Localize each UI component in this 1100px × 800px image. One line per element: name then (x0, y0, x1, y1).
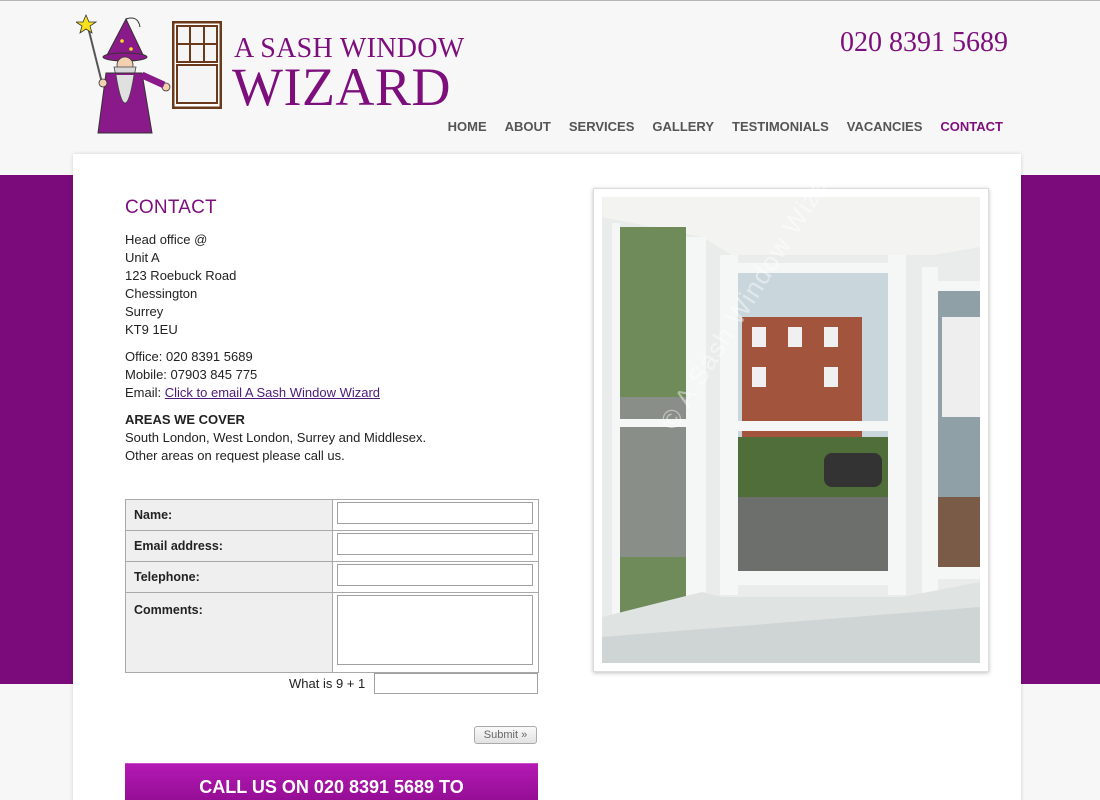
phone-block: Office: 020 8391 5689 Mobile: 07903 845 … (125, 348, 545, 402)
submit-button[interactable]: Submit » (474, 726, 537, 744)
wizard-mascot-icon (76, 13, 171, 134)
comments-textarea[interactable] (337, 595, 533, 665)
page-title: CONTACT (125, 197, 217, 218)
captcha-input[interactable] (374, 673, 539, 694)
telephone-label: Telephone: (125, 561, 333, 593)
form-row: Email address: (125, 530, 539, 562)
email-link[interactable]: Click to email A Sash Window Wizard (165, 385, 380, 400)
areas-heading: AREAS WE COVER (125, 412, 245, 427)
contact-column: CONTACT Head office @ Unit A 123 Roebuck… (125, 197, 545, 800)
contact-form: Name: Email address: Telephone: Comments… (125, 499, 539, 673)
content-card: CONTACT Head office @ Unit A 123 Roebuck… (73, 150, 1021, 800)
areas-text: South London, West London, Surrey and Mi… (125, 430, 427, 445)
captcha-label: What is 9 + 1 (289, 675, 366, 691)
mobile-phone: Mobile: 07903 845 775 (125, 367, 258, 382)
nav-item-about[interactable]: ABOUT (496, 119, 560, 134)
areas-block: AREAS WE COVER South London, West London… (125, 411, 545, 465)
nav-item-testimonials[interactable]: TESTIMONIALS (723, 119, 838, 134)
form-row: Telephone: (125, 561, 539, 593)
site-logo[interactable]: A SASH WINDOW WIZARD (76, 13, 466, 143)
form-row: Comments: (125, 592, 539, 673)
address-line: Unit A (125, 250, 160, 265)
sash-window-photo: © A Sash Window Wizard (593, 150, 989, 672)
email-input[interactable] (337, 533, 533, 555)
comments-label: Comments: (125, 592, 333, 673)
nav-item-vacancies[interactable]: VACANCIES (838, 119, 932, 134)
nav-item-gallery[interactable]: GALLERY (643, 119, 723, 134)
header-phone-number[interactable]: 020 8391 5689 (840, 27, 1008, 59)
bay-window-image (602, 197, 980, 663)
office-phone: Office: 020 8391 5689 (125, 349, 253, 364)
email-label: Email address: (125, 530, 333, 562)
name-label: Name: (125, 499, 333, 531)
address-line: KT9 1EU (125, 322, 178, 337)
sash-window-icon (172, 21, 222, 109)
address-line: Head office @ (125, 232, 208, 247)
address-line: Surrey (125, 304, 164, 319)
address-line: 123 Roebuck Road (125, 268, 237, 283)
email-prefix: Email: (125, 385, 165, 400)
telephone-input[interactable] (337, 564, 533, 586)
name-input[interactable] (337, 502, 533, 524)
email-line: Email: Click to email A Sash Window Wiza… (125, 384, 545, 402)
address-block: Head office @ Unit A 123 Roebuck Road Ch… (125, 231, 545, 339)
areas-text: Other areas on request please call us. (125, 448, 345, 463)
form-row: Name: (125, 499, 539, 531)
main-nav: HOME ABOUT SERVICES GALLERY TESTIMONIALS… (439, 119, 1012, 134)
nav-item-contact[interactable]: CONTACT (931, 119, 1012, 134)
address-line: Chessington (125, 286, 198, 301)
nav-item-services[interactable]: SERVICES (560, 119, 644, 134)
captcha-row: What is 9 + 1 (289, 673, 539, 694)
logo-text-line2: WIZARD (232, 57, 451, 117)
nav-item-home[interactable]: HOME (439, 119, 496, 134)
call-us-banner[interactable]: CALL US ON 020 8391 5689 TO (125, 763, 538, 800)
